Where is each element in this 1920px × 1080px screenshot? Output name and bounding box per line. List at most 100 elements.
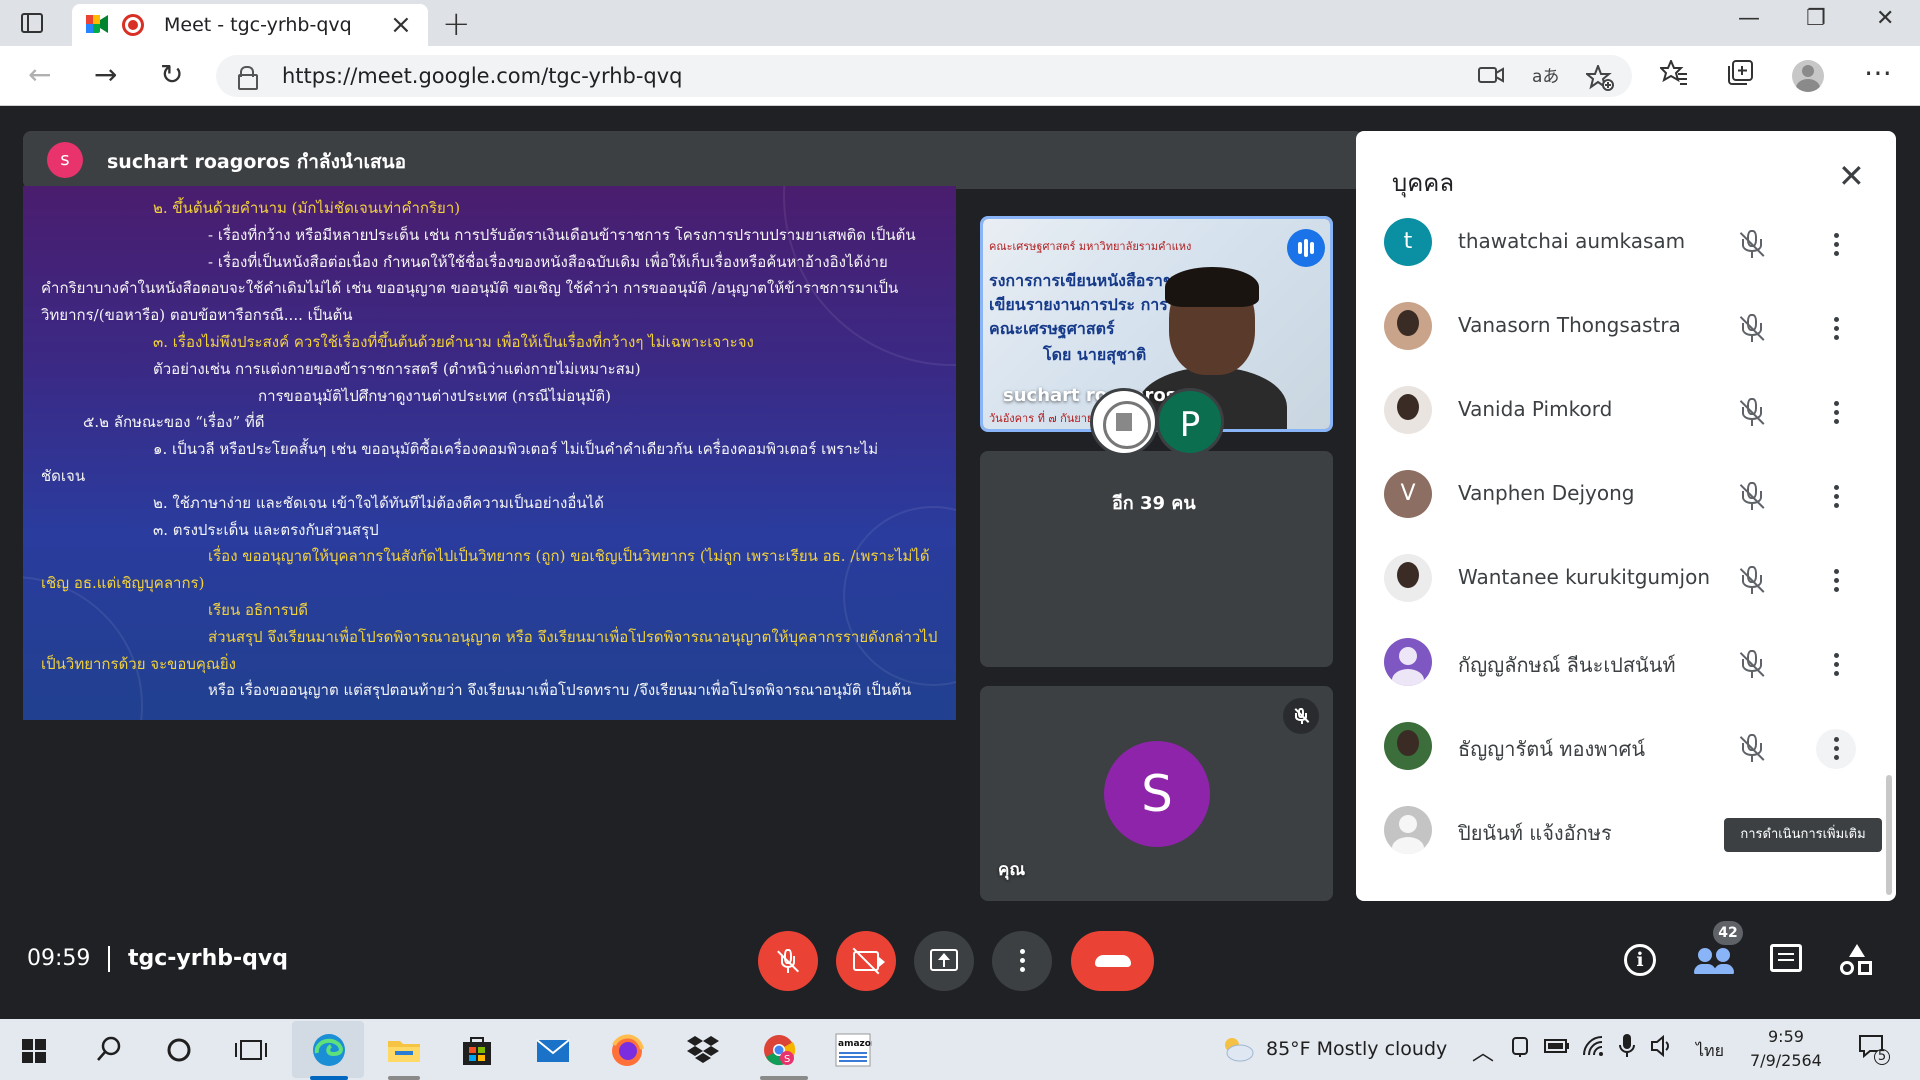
- participant-more-button[interactable]: [1816, 309, 1856, 349]
- more-options-button[interactable]: [992, 931, 1052, 991]
- participant-avatar: V: [1384, 470, 1432, 518]
- add-favorite-icon[interactable]: [1584, 63, 1614, 97]
- minimize-icon[interactable]: —: [1738, 6, 1760, 31]
- language-indicator[interactable]: ไทย: [1696, 1039, 1724, 1064]
- others-tile[interactable]: [980, 451, 1333, 667]
- participant-row[interactable]: Vanasorn Thongsastra: [1356, 285, 1896, 369]
- participant-name: ปิยนันท์ แจ้งอักษร: [1458, 821, 1612, 845]
- present-screen-icon: [930, 949, 958, 971]
- tab-close-icon[interactable]: ×: [390, 10, 412, 40]
- speaker-tile[interactable]: คณะเศรษฐศาสตร์ มหาวิทยาลัยรามคำแหง รงการ…: [980, 216, 1333, 432]
- svg-text:aあ: aあ: [1532, 67, 1558, 87]
- forward-icon[interactable]: →: [94, 58, 117, 91]
- people-icon[interactable]: [1694, 944, 1734, 976]
- url-text[interactable]: https://meet.google.com/tgc-yrhb-qvq: [282, 64, 683, 88]
- browser-tab[interactable]: Meet - tgc-yrhb-qvq ×: [72, 4, 428, 46]
- mic-off-icon: [1735, 227, 1769, 261]
- participant-avatar: [1384, 554, 1432, 602]
- explorer-running-indicator: [388, 1076, 420, 1080]
- lock-icon[interactable]: [238, 66, 258, 90]
- windows-taskbar: S amazon 85°F Mostly cloudy ︿ ไทย 9:59 7…: [0, 1019, 1920, 1080]
- weather-cloud-icon[interactable]: [1218, 1033, 1256, 1071]
- people-count-badge: 42: [1713, 921, 1743, 945]
- slide-text-line: เรียน อธิการบดี: [208, 601, 308, 619]
- participant-row[interactable]: Wantanee kurukitgumjon: [1356, 537, 1896, 621]
- participant-more-button[interactable]: [1816, 393, 1856, 433]
- participant-row[interactable]: Vanida Pimkord: [1356, 369, 1896, 453]
- slide-decoration: [843, 506, 956, 686]
- address-bar[interactable]: https://meet.google.com/tgc-yrhb-qvq aあ: [216, 55, 1632, 97]
- clock-date[interactable]: 7/9/2564: [1750, 1051, 1822, 1070]
- more-vert-icon: [1834, 569, 1839, 593]
- store-icon[interactable]: [458, 1031, 496, 1069]
- edge-icon[interactable]: [310, 1031, 348, 1069]
- slide-text-line: ๓. เรื่องไม่พึงประสงค์ ควรใช้เรื่องที่ขึ…: [153, 333, 754, 351]
- participant-row[interactable]: กัญญลักษณ์ ลีนะเปสนันท์: [1356, 621, 1896, 705]
- close-panel-icon[interactable]: ✕: [1838, 157, 1865, 195]
- participant-row[interactable]: V Vanphen Dejyong: [1356, 453, 1896, 537]
- slide-text-line: การขออนุมัติไปศึกษาดูงานต่างประเทศ (กรณี…: [258, 386, 611, 405]
- participant-more-button[interactable]: [1816, 225, 1856, 265]
- slide-text-line: วิทยากร/(ขอหารือ) ตอบข้อหารือกรณี.... เป…: [41, 306, 353, 325]
- back-icon[interactable]: ←: [28, 58, 51, 91]
- participant-avatar: P: [1156, 388, 1224, 456]
- reload-icon[interactable]: ↻: [160, 58, 183, 91]
- participant-more-button[interactable]: [1816, 477, 1856, 517]
- wifi-icon[interactable]: [1582, 1035, 1604, 1062]
- microphone-icon[interactable]: [1618, 1033, 1636, 1064]
- weather-text[interactable]: 85°F Mostly cloudy: [1266, 1038, 1447, 1060]
- mic-off-icon: [775, 946, 801, 976]
- amazon-icon[interactable]: amazon: [834, 1031, 877, 1069]
- cortana-icon[interactable]: [160, 1031, 198, 1069]
- toggle-mic-button[interactable]: [758, 931, 818, 991]
- divider: [108, 946, 110, 972]
- search-icon[interactable]: [90, 1031, 128, 1069]
- participant-avatar: t: [1384, 218, 1432, 266]
- start-icon[interactable]: [22, 1039, 46, 1063]
- slide-text-line: ๒. ขึ้นต้นด้วยคำนาม (มักไม่ชัดเจนเท่าคำก…: [153, 199, 461, 217]
- leave-call-button[interactable]: [1071, 931, 1154, 991]
- participant-more-button[interactable]: [1816, 729, 1856, 769]
- toggle-camera-button[interactable]: [836, 931, 896, 991]
- participant-avatar: [1384, 806, 1432, 854]
- tray-expand-icon[interactable]: ︿: [1472, 1035, 1494, 1067]
- more-vert-icon: [1834, 737, 1839, 761]
- battery-icon[interactable]: [1544, 1037, 1570, 1059]
- meet-in-use-icon[interactable]: [1510, 1035, 1532, 1062]
- activities-icon[interactable]: [1840, 944, 1874, 978]
- restore-icon[interactable]: ❐: [1806, 6, 1826, 31]
- favorites-icon[interactable]: [1658, 58, 1688, 93]
- settings-more-icon[interactable]: ⋯: [1864, 56, 1892, 89]
- participant-row[interactable]: t thawatchai aumkasam: [1356, 201, 1896, 285]
- file-explorer-icon[interactable]: [385, 1031, 423, 1069]
- panel-scrollbar[interactable]: [1886, 775, 1892, 895]
- chrome-running-indicator: [760, 1076, 808, 1080]
- mail-icon[interactable]: [534, 1031, 572, 1069]
- new-tab-icon[interactable]: +: [442, 4, 471, 44]
- profile-avatar[interactable]: [1792, 60, 1824, 92]
- tab-strip: Meet - tgc-yrhb-qvq × + — ❐ ✕: [0, 0, 1920, 46]
- participant-row[interactable]: ธัญญารัตน์ ทองพาศน์: [1356, 705, 1896, 789]
- task-view-icon[interactable]: [232, 1031, 270, 1069]
- firefox-icon[interactable]: [608, 1031, 646, 1069]
- participant-more-button[interactable]: [1816, 561, 1856, 601]
- present-now-button[interactable]: [914, 931, 974, 991]
- camera-permission-icon[interactable]: [1478, 65, 1504, 91]
- collections-icon[interactable]: [1726, 60, 1754, 93]
- chat-icon[interactable]: [1770, 944, 1802, 972]
- dropbox-icon[interactable]: [684, 1031, 722, 1069]
- more-participants-label: อีก 39 คน: [1112, 493, 1196, 514]
- clock-time[interactable]: 9:59: [1768, 1027, 1804, 1046]
- close-window-icon[interactable]: ✕: [1876, 6, 1894, 31]
- translate-icon[interactable]: aあ: [1532, 65, 1559, 93]
- participant-avatar: [1384, 302, 1432, 350]
- participant-more-button[interactable]: [1816, 645, 1856, 685]
- slide-text-line: เรื่อง ขออนุญาตให้บุคลากรในสังกัดไปเป็นว…: [208, 547, 930, 566]
- mic-off-icon: [1735, 563, 1769, 597]
- slide-text-line: ๕.๒ ลักษณะของ “เรื่อง” ที่ดี: [83, 413, 265, 432]
- volume-icon[interactable]: [1650, 1034, 1674, 1062]
- tab-actions-icon[interactable]: [18, 11, 46, 35]
- mic-off-icon: [1735, 647, 1769, 681]
- chrome-icon[interactable]: S: [760, 1031, 798, 1069]
- meeting-info-icon[interactable]: i: [1624, 944, 1656, 976]
